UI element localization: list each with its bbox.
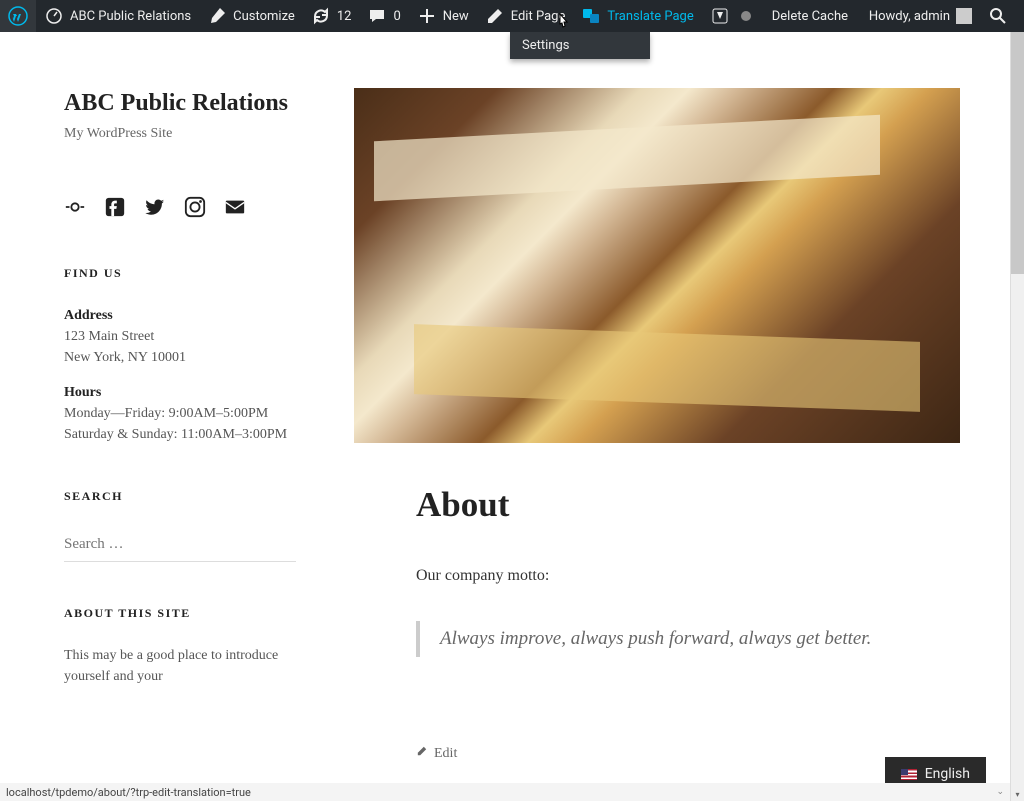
about-site-widget: ABOUT THIS SITE This may be a good place… — [64, 606, 296, 687]
dashboard-icon — [44, 6, 64, 26]
edit-link[interactable]: Edit — [416, 745, 898, 762]
edit-label: Edit — [434, 746, 457, 762]
delete-cache-link[interactable]: Delete Cache — [764, 0, 856, 32]
translate-page-link[interactable]: Translate Page — [573, 0, 701, 32]
main-content: About Our company motto: Always improve,… — [354, 88, 960, 762]
search-toggle[interactable] — [980, 0, 1016, 32]
my-account-link[interactable]: Howdy, admin — [861, 0, 980, 32]
about-site-text: This may be a good place to introduce yo… — [64, 645, 296, 687]
hours-line2: Saturday & Sunday: 11:00AM–3:00PM — [64, 427, 287, 442]
us-flag-icon — [901, 769, 917, 780]
search-input[interactable] — [64, 528, 296, 562]
updates-link[interactable]: 12 — [303, 0, 360, 32]
site-name-link[interactable]: ABC Public Relations — [36, 0, 199, 32]
updates-count: 12 — [337, 9, 352, 24]
pencil-icon — [485, 6, 505, 26]
site-tagline: My WordPress Site — [64, 126, 296, 142]
find-us-heading: FIND US — [64, 266, 296, 281]
browser-status-bar: localhost/tpdemo/about/?trp-edit-transla… — [0, 783, 1010, 801]
language-label: English — [925, 766, 970, 782]
search-icon — [988, 6, 1008, 26]
hours-line1: Monday—Friday: 9:00AM–5:00PM — [64, 406, 268, 421]
plus-icon — [417, 6, 437, 26]
search-heading: SEARCH — [64, 489, 296, 504]
customize-label: Customize — [233, 9, 295, 24]
translate-icon — [581, 6, 601, 26]
scroll-thumb[interactable] — [1011, 14, 1024, 274]
page-title: About — [416, 485, 898, 525]
translate-dropdown: Settings — [510, 32, 650, 59]
howdy-label: Howdy, admin — [869, 9, 950, 24]
search-widget: SEARCH — [64, 489, 296, 562]
translate-page-label: Translate Page — [607, 9, 693, 24]
facebook-icon[interactable] — [104, 196, 126, 222]
edit-page-link[interactable]: Edit Page — [477, 0, 574, 32]
comments-link[interactable]: 0 — [359, 0, 408, 32]
sidebar: ABC Public Relations My WordPress Site F… — [64, 88, 296, 762]
address-label: Address — [64, 308, 113, 323]
delete-cache-label: Delete Cache — [772, 9, 848, 24]
about-site-heading: ABOUT THIS SITE — [64, 606, 296, 621]
refresh-icon — [311, 6, 331, 26]
chevron-down-icon: ⌄ — [996, 787, 1004, 797]
yoast-icon — [710, 6, 730, 26]
status-url: localhost/tpdemo/about/?trp-edit-transla… — [6, 786, 251, 799]
wp-admin-bar: ABC Public Relations Customize 12 0 New … — [0, 0, 1024, 32]
site-title[interactable]: ABC Public Relations — [64, 88, 296, 118]
featured-image — [354, 88, 960, 443]
twitter-icon[interactable] — [144, 196, 166, 222]
wordpress-icon — [8, 6, 28, 26]
comment-icon — [367, 6, 387, 26]
seo-status-icon — [736, 6, 756, 26]
wp-logo[interactable] — [0, 0, 36, 32]
new-link[interactable]: New — [409, 0, 477, 32]
address-line1: 123 Main Street — [64, 329, 154, 344]
scroll-down-button[interactable]: ▾ — [1011, 787, 1024, 801]
social-icons — [64, 196, 296, 222]
yelp-icon[interactable] — [64, 196, 86, 222]
address-line2: New York, NY 10001 — [64, 350, 186, 365]
yoast-link[interactable] — [702, 0, 764, 32]
dropdown-settings[interactable]: Settings — [510, 32, 650, 59]
edit-page-label: Edit Page — [511, 9, 566, 24]
email-icon[interactable] — [224, 196, 246, 222]
instagram-icon[interactable] — [184, 196, 206, 222]
hours-label: Hours — [64, 385, 101, 400]
scrollbar[interactable]: ▴ ▾ — [1010, 0, 1024, 801]
article: About Our company motto: Always improve,… — [354, 443, 960, 762]
intro-text: Our company motto: — [416, 567, 898, 585]
brush-icon — [207, 6, 227, 26]
avatar — [956, 8, 972, 24]
site-name-label: ABC Public Relations — [70, 9, 191, 24]
find-us-widget: FIND US Address 123 Main Street New York… — [64, 266, 296, 445]
blockquote: Always improve, always push forward, alw… — [416, 621, 898, 657]
comments-count: 0 — [393, 9, 400, 24]
new-label: New — [443, 9, 469, 24]
customize-link[interactable]: Customize — [199, 0, 303, 32]
pencil-icon — [416, 745, 428, 762]
